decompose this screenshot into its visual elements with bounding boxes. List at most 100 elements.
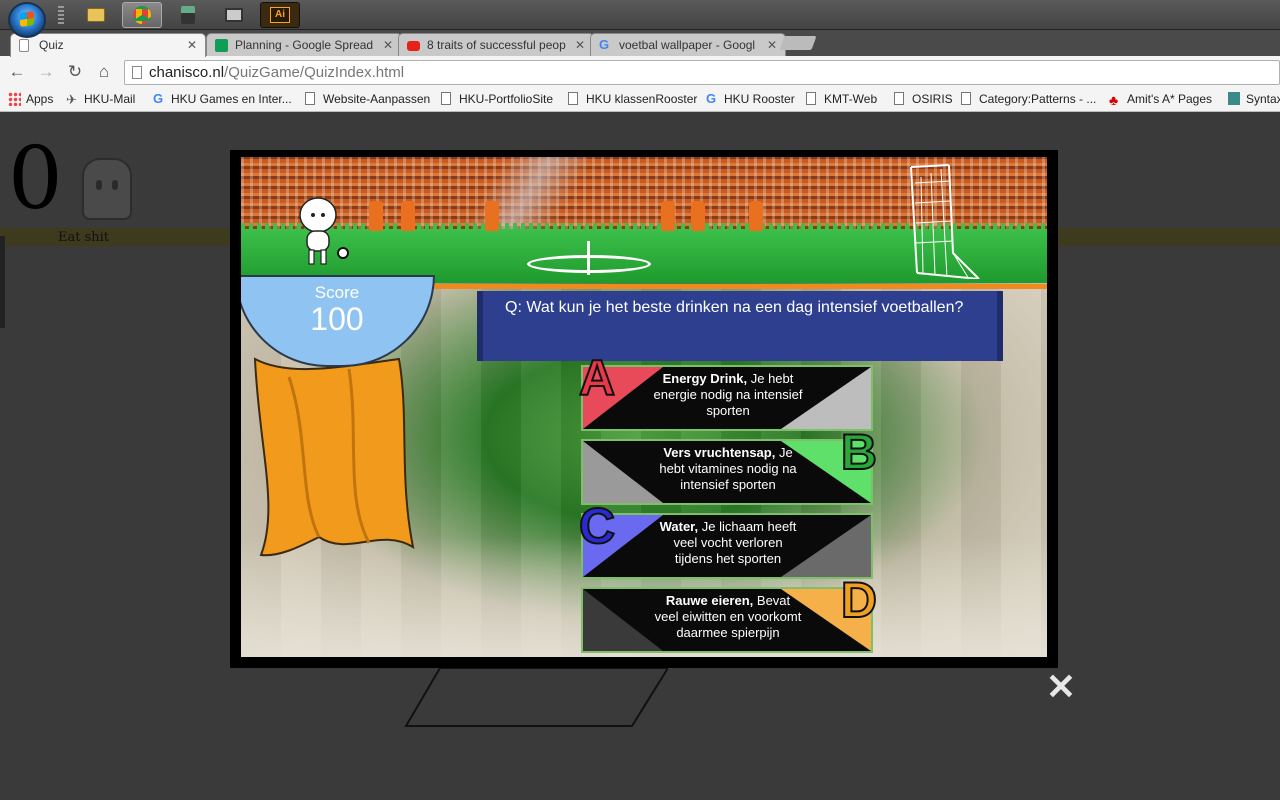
bookmark-hku-rooster[interactable]: G HKU Rooster [706, 91, 795, 107]
illustrator-taskbar-button[interactable]: Ai [260, 2, 300, 28]
answer-a-button[interactable]: A Energy Drink, Je hebt energie nodig na… [578, 352, 873, 431]
player-figure [401, 201, 415, 231]
bookmark-label: HKU Games en Inter... [171, 92, 292, 106]
tab-strip: Quiz ✕ Planning - Google Spread ✕ 8 trai… [0, 30, 1280, 57]
close-tab-icon[interactable]: ✕ [575, 38, 585, 52]
tool-icon [181, 6, 195, 24]
tab-planning[interactable]: Planning - Google Spread ✕ [206, 33, 402, 57]
tab-label: 8 traits of successful peop [427, 38, 566, 52]
tab-label: voetbal wallpaper - Googl [619, 38, 756, 52]
goal-net-icon [910, 164, 980, 279]
page-icon [441, 92, 451, 105]
bookmark-portfolio[interactable]: HKU-PortfolioSite [441, 92, 553, 106]
bookmarks-bar: Apps ✈ HKU-Mail G HKU Games en Inter... … [0, 88, 1280, 112]
page-icon [806, 92, 816, 105]
page-icon [568, 92, 578, 105]
bookmark-patterns[interactable]: Category:Patterns - ... [961, 92, 1096, 106]
answer-d-letter: D [840, 572, 878, 628]
back-button[interactable]: ← [6, 62, 28, 82]
mascot-icon [299, 197, 337, 265]
new-tab-button[interactable] [779, 36, 817, 50]
tab-label: Quiz [39, 38, 64, 52]
youtube-icon [407, 41, 420, 51]
bookmark-label: Apps [26, 92, 54, 106]
bookmark-label: HKU-PortfolioSite [459, 92, 554, 106]
answer-d-button[interactable]: D Rauwe eieren, Bevat veel eiwitten en v… [581, 574, 878, 653]
page-icon [961, 92, 971, 105]
start-button[interactable] [8, 2, 46, 38]
caption-text: Eat shit [58, 230, 110, 245]
page-content: 0 Eat shit ✕ Score 100 Q: Wat kun je het… [0, 112, 1280, 800]
address-bar[interactable]: chanisco.nl/QuizGame/QuizIndex.html [124, 60, 1280, 85]
page-icon [894, 92, 904, 105]
answer-b-text: Vers vruchtensap, Je hebt vitamines nodi… [659, 445, 797, 492]
remote-desktop-taskbar-button[interactable] [214, 2, 254, 28]
page-icon [305, 92, 315, 105]
close-tab-icon[interactable]: ✕ [383, 38, 393, 52]
answer-c-letter: C [578, 498, 616, 554]
google-icon: G [599, 37, 610, 52]
windows-taskbar: Ai [0, 0, 1280, 38]
address-host: chanisco.nl [149, 64, 225, 81]
taskbar-grip [58, 6, 64, 24]
page-icon [132, 66, 142, 79]
bookmark-amit[interactable]: ♣ Amit's A* Pages [1109, 92, 1212, 108]
google-icon: G [706, 91, 717, 106]
tab-quiz[interactable]: Quiz ✕ [10, 33, 206, 57]
bookmark-hku-games[interactable]: G HKU Games en Inter... [153, 91, 292, 107]
bookmark-label: OSIRIS [912, 92, 953, 106]
question-panel: Q: Wat kun je het beste drinken na een d… [477, 291, 1003, 361]
close-tab-icon[interactable]: ✕ [187, 38, 197, 52]
score-value: 100 [310, 301, 364, 337]
illustrator-icon: Ai [270, 7, 290, 23]
reload-button[interactable]: ↻ [64, 62, 86, 82]
tab-voetbal[interactable]: G voetbal wallpaper - Googl ✕ [590, 33, 786, 57]
player-figure [661, 201, 675, 231]
orange-flag-icon [253, 357, 415, 557]
folder-icon [87, 8, 105, 22]
explorer-taskbar-button[interactable] [76, 2, 116, 28]
bookmark-label: HKU-Mail [84, 92, 136, 106]
quiz-modal: Score 100 Q: Wat kun je het beste drinke… [230, 150, 1058, 668]
page-icon [19, 39, 29, 52]
book-icon [1228, 92, 1240, 105]
address-path: /QuizGame/QuizIndex.html [224, 64, 405, 81]
bookmark-hku-mail[interactable]: ✈ HKU-Mail [66, 92, 136, 107]
answer-b-button[interactable]: B Vers vruchtensap, Je hebt vitamines no… [581, 426, 878, 505]
bookmark-label: Website-Aanpassen [323, 92, 431, 106]
bookmark-label: HKU klassenRooster [586, 92, 698, 106]
bookmark-klassenrooster[interactable]: HKU klassenRooster [568, 92, 697, 106]
side-panel-edge [0, 236, 5, 328]
browser-toolbar: ← → ↻ ⌂ chanisco.nl/QuizGame/QuizIndex.h… [0, 56, 1280, 88]
snipping-taskbar-button[interactable] [168, 2, 208, 28]
answer-a-text: Energy Drink, Je hebt energie nodig na i… [653, 371, 803, 418]
answer-a-letter: A [578, 350, 616, 406]
bookmark-kmt-web[interactable]: KMT-Web [806, 92, 877, 106]
answer-d-text: Rauwe eieren, Bevat veel eiwitten en voo… [654, 593, 802, 640]
forward-button[interactable]: → [35, 62, 57, 82]
center-circle [527, 255, 651, 273]
answer-c-text: Water, Je lichaam heeft veel vocht verlo… [659, 519, 797, 566]
chrome-taskbar-button[interactable] [122, 2, 162, 28]
home-button[interactable]: ⌂ [93, 62, 115, 82]
bookmark-label: Amit's A* Pages [1127, 92, 1212, 106]
answer-b-letter: B [840, 424, 878, 480]
close-icon[interactable]: ✕ [1044, 669, 1078, 705]
tab-label: Planning - Google Spread [235, 38, 374, 52]
red-figure-icon: ♣ [1109, 92, 1119, 108]
google-icon: G [153, 91, 164, 106]
tab-traits[interactable]: 8 traits of successful peop ✕ [398, 33, 594, 57]
bookmark-apps[interactable]: Apps [8, 92, 53, 106]
close-tab-icon[interactable]: ✕ [767, 38, 777, 52]
apps-grid-icon [8, 92, 21, 106]
floor-panel-outline [404, 667, 668, 727]
counter-value: 0 [8, 129, 63, 229]
quiz-game-canvas: Score 100 Q: Wat kun je het beste drinke… [241, 157, 1047, 657]
answer-c-button[interactable]: C Water, Je lichaam heeft veel vocht ver… [578, 500, 873, 579]
bookmark-label: Category:Patterns - ... [979, 92, 1097, 106]
bookmark-osiris[interactable]: OSIRIS [894, 92, 953, 106]
answer-b-gray-tab [583, 441, 663, 503]
bookmark-website-aanpassen[interactable]: Website-Aanpassen [305, 92, 430, 106]
bookmark-syntax[interactable]: Syntax [1228, 92, 1280, 106]
football-icon [337, 247, 349, 259]
